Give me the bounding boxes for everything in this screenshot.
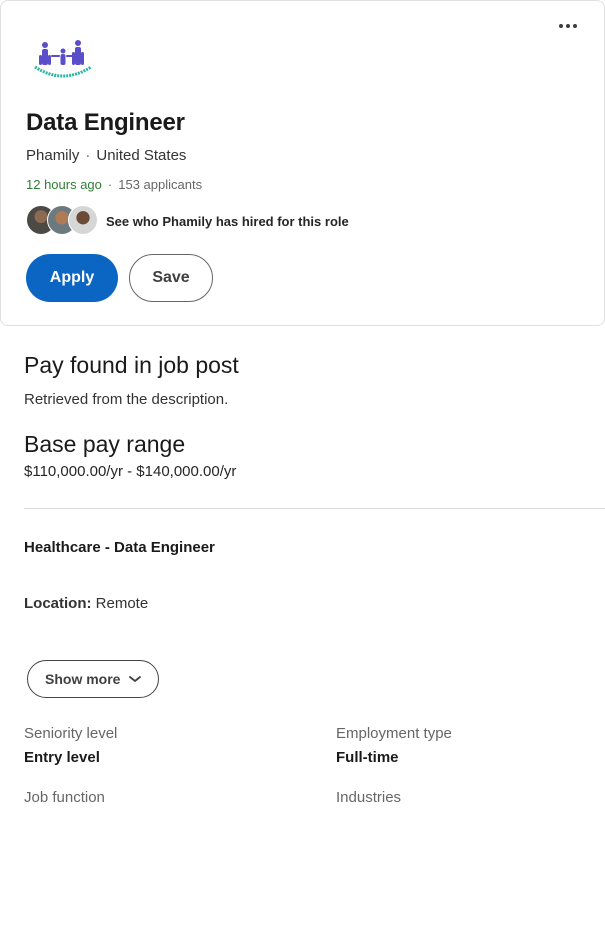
- pay-source: Retrieved from the description.: [24, 391, 229, 408]
- applicant-count: 153 applicants: [118, 177, 203, 192]
- separator-dot: ·: [85, 147, 91, 164]
- hired-avatars[interactable]: [26, 205, 98, 235]
- criteria-value-seniority: Entry level: [24, 749, 100, 766]
- criteria-label-employment: Employment type: [336, 725, 452, 742]
- company-location-line: Phamily · United States: [26, 147, 186, 164]
- company-logo[interactable]: [31, 37, 95, 83]
- criteria-label-seniority: Seniority level: [24, 725, 118, 742]
- posted-time: 12 hours ago: [26, 177, 102, 192]
- location-value: Remote: [95, 595, 149, 612]
- criteria-label-industries: Industries: [336, 789, 402, 804]
- chevron-down-icon: [129, 676, 142, 682]
- description-heading: Healthcare - Data Engineer: [24, 539, 215, 556]
- location-label: Location:: [24, 595, 92, 612]
- job-card: Data Engineer Phamily · United States 12 h…: [0, 0, 605, 326]
- see-who-hired-link[interactable]: See who Phamily has hired for this role: [106, 214, 349, 229]
- description-location: Location: Remote: [24, 595, 148, 612]
- base-pay-value: $110,000.00/yr - $140,000.00/yr: [24, 463, 237, 480]
- separator-dot: ·: [107, 177, 113, 192]
- job-location: United States: [96, 147, 187, 164]
- criteria-label-job-function: Job function: [24, 789, 105, 804]
- job-title[interactable]: Data Engineer: [26, 109, 185, 137]
- company-name[interactable]: Phamily: [26, 147, 79, 164]
- more-options-icon[interactable]: [554, 15, 582, 37]
- show-more-button[interactable]: Show more: [27, 660, 159, 698]
- apply-button[interactable]: Apply: [26, 254, 118, 302]
- save-button[interactable]: Save: [129, 254, 213, 302]
- job-meta-line: 12 hours ago · 153 applicants: [26, 177, 202, 192]
- pay-heading: Pay found in job post: [24, 352, 239, 378]
- base-pay-heading: Base pay range: [24, 431, 186, 457]
- avatar: [68, 205, 98, 235]
- show-more-label: Show more: [45, 671, 121, 687]
- divider: [24, 508, 605, 509]
- criteria-value-employment: Full-time: [336, 749, 399, 766]
